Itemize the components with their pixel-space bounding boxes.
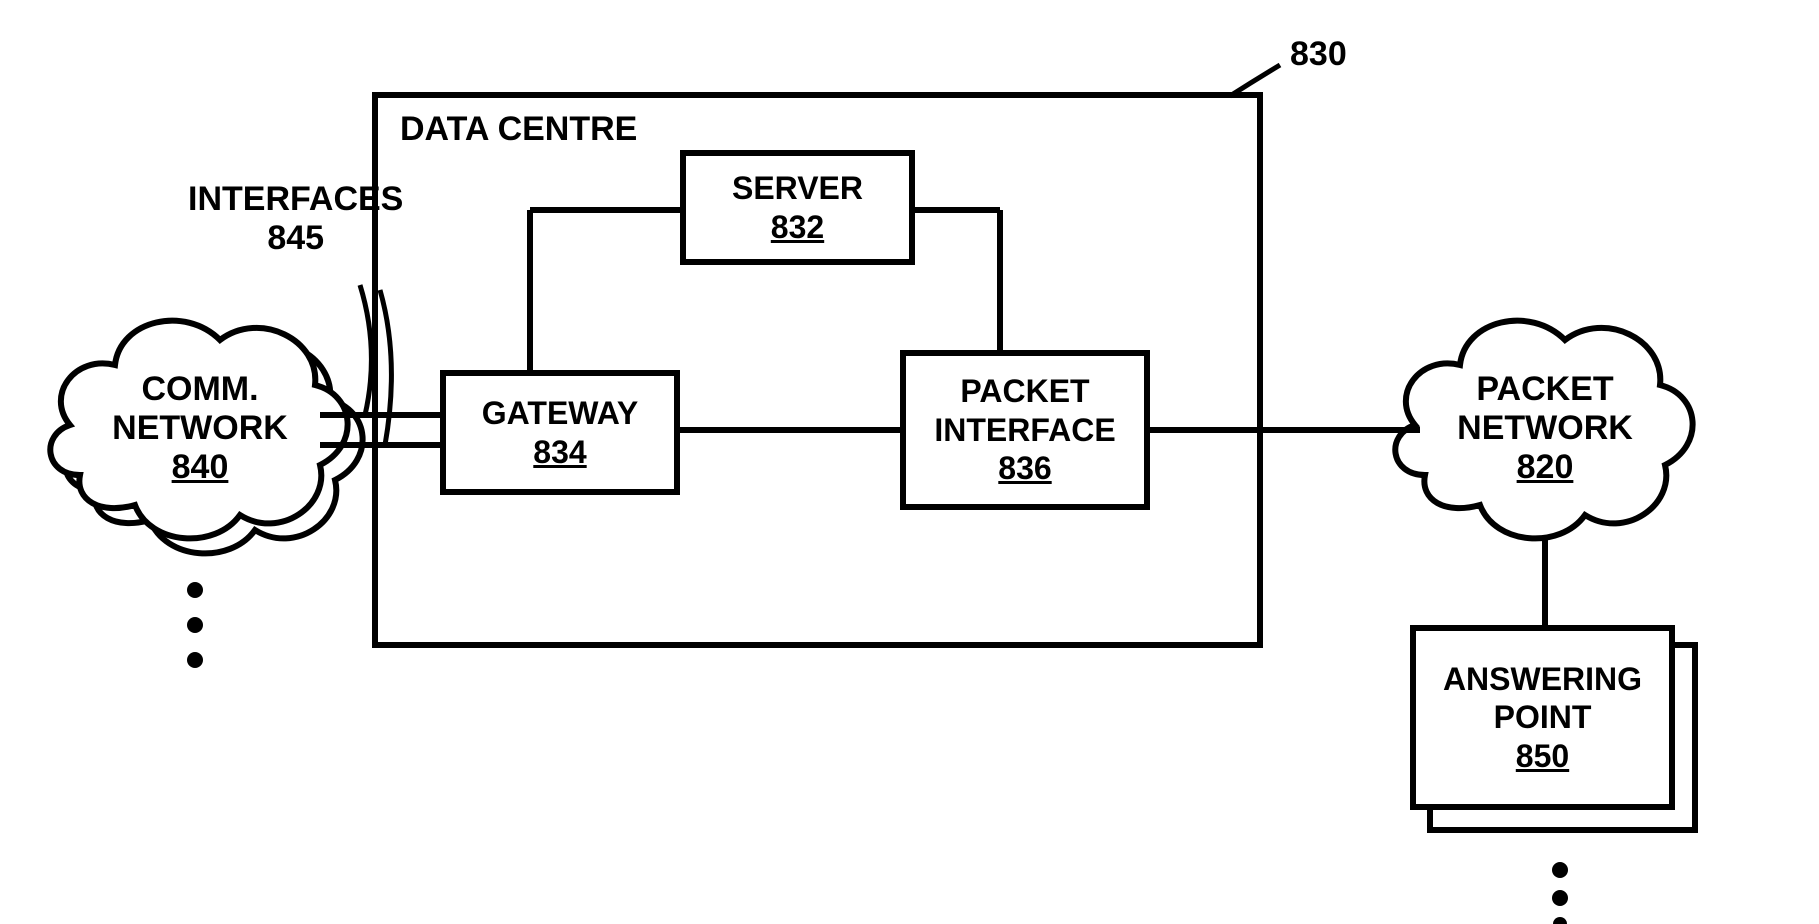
network-diagram: 830 DATA CENTRE INTERFACES 845 COMM. NET… bbox=[0, 0, 1819, 924]
server-box: SERVER 832 bbox=[680, 150, 915, 265]
data-centre-title-label: DATA CENTRE bbox=[400, 110, 637, 149]
comm-network-text: COMM. NETWORK 840 bbox=[100, 370, 300, 487]
gateway-box: GATEWAY 834 bbox=[440, 370, 680, 495]
packet-interface-box: PACKET INTERFACE 836 bbox=[900, 350, 1150, 510]
interfaces-label: INTERFACES 845 bbox=[188, 180, 403, 258]
answering-point-box: ANSWERING POINT 850 bbox=[1410, 625, 1675, 810]
packet-network-text: PACKET NETWORK 820 bbox=[1445, 370, 1645, 487]
data-centre-ref-label: 830 bbox=[1290, 35, 1347, 74]
